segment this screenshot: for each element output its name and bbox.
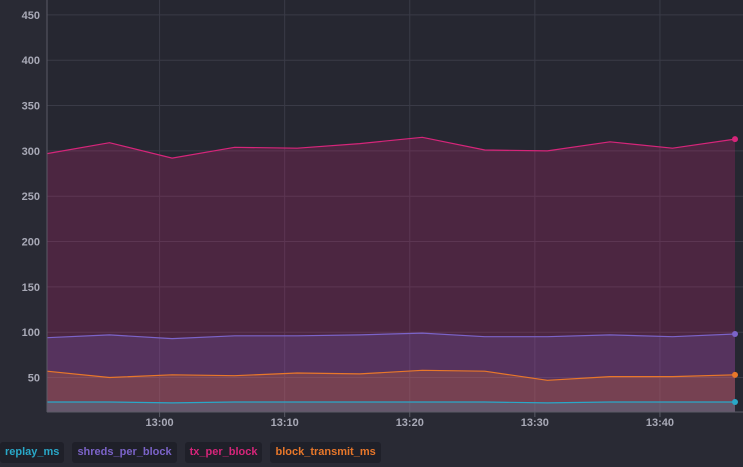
y-tick-label: 100 bbox=[22, 327, 40, 339]
legend-item-replay-ms[interactable]: replay_ms bbox=[0, 441, 65, 463]
y-tick-label: 150 bbox=[22, 282, 40, 294]
chart-svg: 50 100 150 200 250 300 350 400 450 13:00 13:10 13:2… bbox=[22, 0, 743, 429]
x-tick-label: 13:00 bbox=[146, 417, 174, 429]
y-tick-label: 50 bbox=[28, 373, 40, 385]
y-tick-label: 200 bbox=[22, 237, 40, 249]
series-areas bbox=[47, 137, 735, 413]
replay_ms-area bbox=[47, 402, 735, 412]
y-tick-label: 400 bbox=[22, 55, 40, 67]
legend-item-tx-per-block[interactable]: tx_per_block bbox=[184, 441, 263, 463]
legend: replay_ms shreds_per_block tx_per_block blo… bbox=[0, 441, 381, 463]
x-tick-label: 13:40 bbox=[646, 417, 674, 429]
x-tick-label: 13:20 bbox=[396, 417, 424, 429]
tx_per_block-endpoint bbox=[732, 136, 738, 143]
x-tick-label: 13:10 bbox=[271, 417, 299, 429]
legend-item-shreds-per-block[interactable]: shreds_per_block bbox=[72, 441, 177, 463]
block_transmit_ms-endpoint bbox=[732, 371, 738, 378]
y-tick-label: 450 bbox=[22, 10, 40, 22]
y-tick-label: 300 bbox=[22, 146, 40, 158]
replay_ms-endpoint bbox=[732, 399, 738, 406]
legend-item-block-transmit-ms[interactable]: block_transmit_ms bbox=[270, 441, 381, 463]
shreds_per_block-endpoint bbox=[732, 331, 738, 338]
x-tick-label: 13:30 bbox=[521, 417, 549, 429]
chart: 50 100 150 200 250 300 350 400 450 13:00 13:10 13:2… bbox=[0, 0, 743, 430]
y-tick-label: 250 bbox=[22, 191, 40, 203]
y-tick-label: 350 bbox=[22, 101, 40, 113]
